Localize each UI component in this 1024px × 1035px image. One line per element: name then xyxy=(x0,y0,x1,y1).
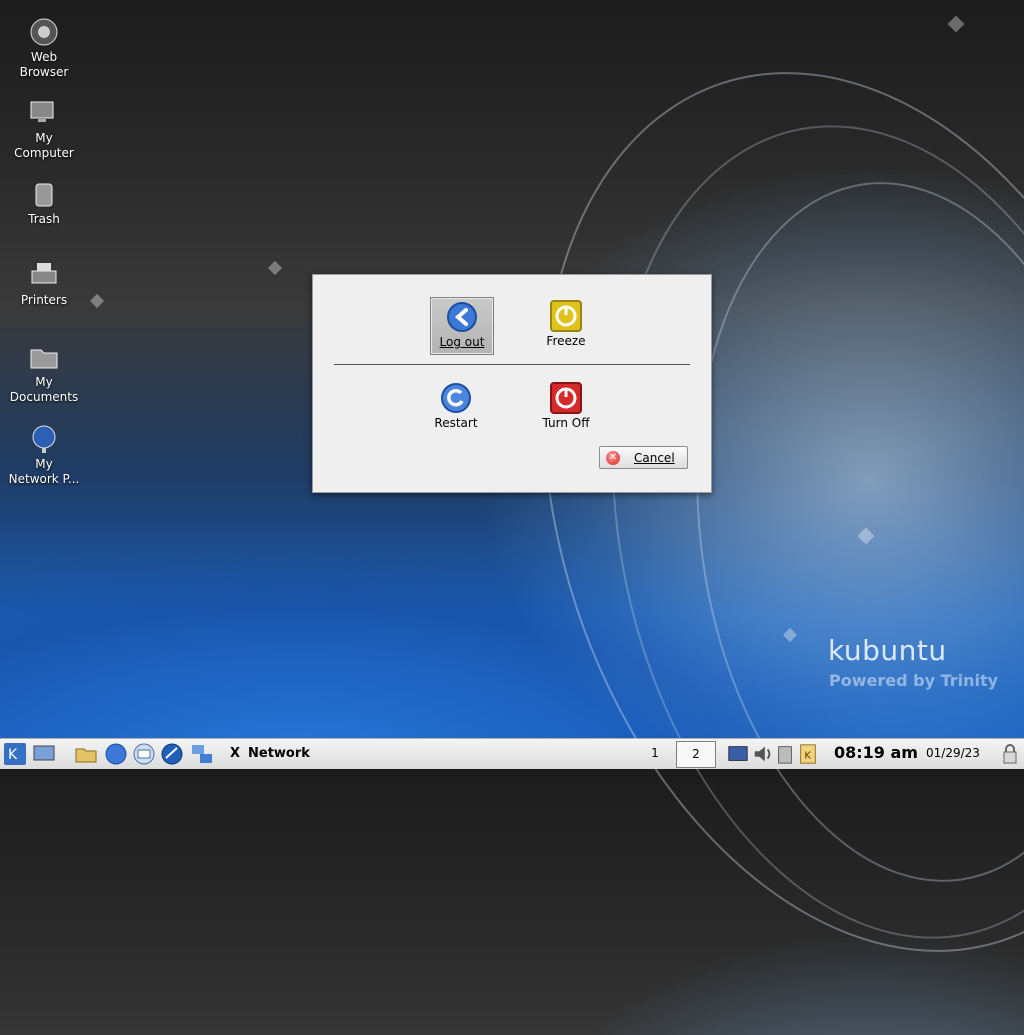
update-notifier-icon[interactable]: K xyxy=(797,743,819,765)
clipboard-tray-icon[interactable] xyxy=(774,743,796,765)
desktop-icon-label: My Computer xyxy=(14,131,74,160)
desktop-icon-label: Printers xyxy=(20,293,68,307)
wallpaper-sparkle xyxy=(857,527,875,545)
wallpaper-sparkle xyxy=(89,293,105,309)
desktop-icon-my-network-places[interactable]: My Network P... xyxy=(0,423,88,487)
logout-dialog: Log out Freeze Restart Turn Off ✕ Cancel xyxy=(312,274,712,493)
desktop-pager-1[interactable]: 1 xyxy=(636,741,674,766)
desktop-icon-my-documents[interactable]: My Documents xyxy=(0,341,88,405)
desktop-icon-label: My Documents xyxy=(9,375,79,404)
wallpaper-sparkle xyxy=(782,627,798,643)
desktop-icon-label: My Network P... xyxy=(8,457,80,486)
network-monitor-icon[interactable] xyxy=(190,742,214,766)
wallpaper-swoosh xyxy=(435,0,1024,1035)
kmenu-icon[interactable]: K xyxy=(3,742,27,766)
network-manager-icon[interactable] xyxy=(160,742,184,766)
svg-text:K: K xyxy=(8,747,18,763)
cancel-label: Cancel xyxy=(634,451,675,465)
taskbar: K X Network 1 2 K 08:19 am 01/29/23 xyxy=(0,738,1024,769)
network-globe-icon xyxy=(32,425,56,453)
home-folder-icon[interactable] xyxy=(74,742,98,766)
lock-screen-icon[interactable] xyxy=(1000,743,1020,765)
printer-icon xyxy=(31,263,57,284)
cancel-button[interactable]: ✕ Cancel xyxy=(599,446,688,469)
desktop-icon-trash[interactable]: Trash xyxy=(0,178,88,227)
desktop-icon-web-browser[interactable]: Web Browser xyxy=(0,16,88,80)
folder-icon xyxy=(30,349,58,369)
desktop-icon-label: Web Browser xyxy=(19,50,69,79)
cancel-icon: ✕ xyxy=(606,451,620,465)
volume-icon[interactable] xyxy=(752,743,774,765)
turn-off-label: Turn Off xyxy=(542,416,590,430)
taskbar-clock[interactable]: 08:19 am xyxy=(834,743,918,762)
branding-subtitle: Powered by Trinity xyxy=(829,671,999,690)
freeze-label: Freeze xyxy=(546,334,586,348)
power-icon xyxy=(550,382,582,414)
restart-icon xyxy=(441,383,471,413)
dialog-separator xyxy=(334,364,690,365)
desktop-pager-2[interactable]: 2 xyxy=(676,741,716,768)
taskbar-task-network[interactable]: X Network xyxy=(226,742,630,766)
web-browser-launcher-icon[interactable] xyxy=(104,742,128,766)
restart-label: Restart xyxy=(434,416,478,430)
web-browser-icon xyxy=(30,18,58,46)
wallpaper-swoosh xyxy=(540,74,1024,990)
wallpaper-swoosh xyxy=(653,153,1024,911)
freeze-power-icon xyxy=(550,300,582,332)
logout-button[interactable]: Log out xyxy=(430,297,494,355)
desktop-icon-my-computer[interactable]: My Computer xyxy=(0,97,88,161)
kubuntu-logo-text: kubuntu xyxy=(828,634,947,667)
display-tray-icon[interactable] xyxy=(727,743,749,765)
wallpaper-sparkle xyxy=(267,260,283,276)
logout-arrow-icon xyxy=(447,302,477,332)
logout-label: Log out xyxy=(439,335,485,349)
computer-icon xyxy=(30,101,54,122)
desktop-icon-printers[interactable]: Printers xyxy=(0,259,88,308)
taskbar-date[interactable]: 01/29/23 xyxy=(926,746,980,760)
svg-text:K: K xyxy=(804,751,811,762)
email-client-icon[interactable] xyxy=(132,742,156,766)
task-label: Network xyxy=(248,746,310,761)
show-desktop-icon[interactable] xyxy=(32,742,56,766)
desktop-icon-label: Trash xyxy=(28,212,60,226)
trash-icon xyxy=(35,183,53,207)
restart-button[interactable]: Restart xyxy=(425,379,487,435)
wallpaper-sparkle xyxy=(947,15,965,33)
turn-off-button[interactable]: Turn Off xyxy=(535,379,597,435)
freeze-button[interactable]: Freeze xyxy=(535,297,597,353)
x-window-icon: X xyxy=(229,746,241,761)
